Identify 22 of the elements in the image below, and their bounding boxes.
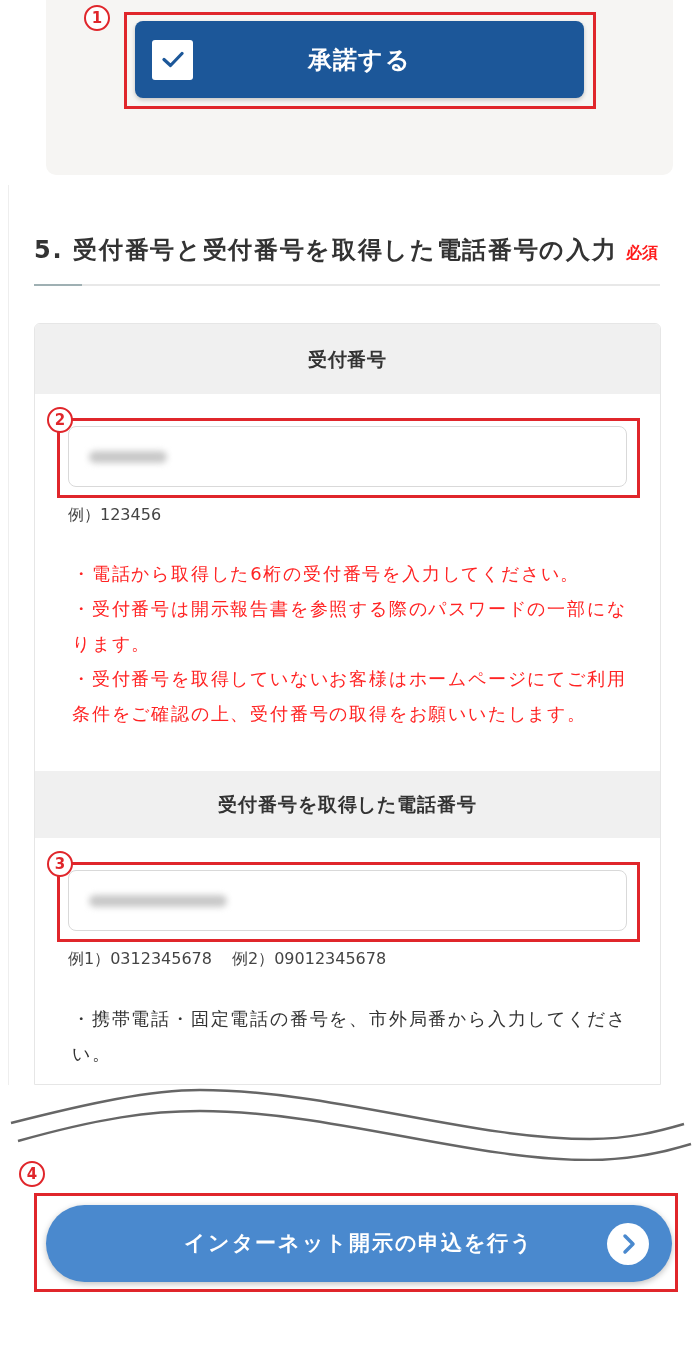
callout-marker: 3 bbox=[47, 851, 73, 877]
input-field[interactable] bbox=[68, 426, 627, 487]
callout-marker: 4 bbox=[19, 1161, 45, 1187]
callout-marker: 1 bbox=[84, 5, 110, 31]
example-text: 例）123456 bbox=[68, 504, 162, 526]
callout-marker: 2 bbox=[47, 407, 73, 433]
example-text: 例1）0312345678 bbox=[68, 948, 212, 970]
note-text: ・受付番号を取得していないお客様はホームページにてご利用条件をご確認の上、受付番号の取得をお願いいたします。 bbox=[72, 667, 628, 726]
chevron-right-icon bbox=[607, 1222, 649, 1265]
note-text: ・電話から取得した6桁の受付番号を入力してください。 bbox=[72, 562, 582, 586]
field-heading: 受付番号 bbox=[35, 324, 660, 394]
input-field[interactable] bbox=[68, 870, 627, 931]
consent-button[interactable]: 承諾する bbox=[135, 21, 584, 98]
example-text: 例2）09012345678 bbox=[232, 948, 387, 970]
check-icon bbox=[161, 51, 184, 68]
checkbox[interactable] bbox=[152, 39, 193, 80]
note-text: ・受付番号は開示報告書を参照する際のパスワードの一部になります。 bbox=[72, 597, 628, 656]
required-label: 必須 bbox=[625, 242, 658, 264]
apply-button[interactable]: インターネット開示の申込を行う bbox=[46, 1205, 672, 1282]
section-title: 5. 受付番号と受付番号を取得した電話番号の入力 bbox=[34, 235, 618, 266]
note-text: ・携帯電話・固定電話の番号を、市外局番から入力してください。 bbox=[72, 1007, 628, 1066]
field-heading: 受付番号を取得した電話番号 bbox=[35, 771, 660, 838]
